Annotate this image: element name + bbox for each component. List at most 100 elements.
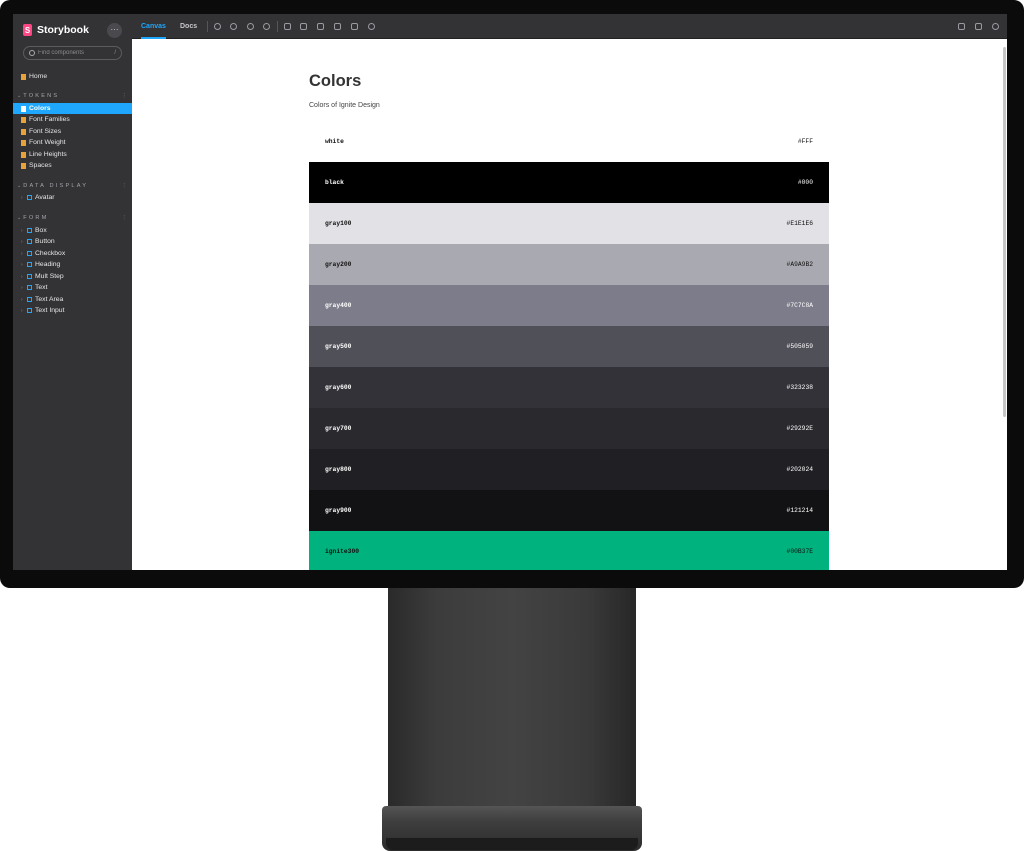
monitor-stand [388, 588, 636, 816]
sidebar-item-label: Home [29, 73, 48, 80]
tab-canvas[interactable]: Canvas [141, 14, 166, 39]
sidebar-item-text-input[interactable]: › Text Input [13, 305, 132, 316]
color-swatch-hex: #7C7C8A [786, 302, 813, 309]
chevron-down-icon: ⌄ [17, 183, 22, 189]
scrollbar[interactable] [1003, 47, 1006, 417]
sidebar-group-data-display[interactable]: ⌄ DATA DISPLAY ⋮ [17, 183, 127, 189]
chevron-right-icon: › [21, 273, 23, 280]
sidebar-item-label: Line Heights [29, 151, 67, 158]
color-swatch-name: white [325, 138, 344, 145]
measure-icon[interactable] [317, 23, 324, 30]
color-swatch-hex: #E1E1E6 [786, 220, 813, 227]
sidebar-item-text-area[interactable]: › Text Area [13, 294, 132, 305]
color-swatch-name: gray900 [325, 507, 352, 514]
brand[interactable]: S Storybook [23, 24, 89, 36]
sidebar-item-font-families[interactable]: Font Families [13, 114, 132, 125]
chevron-right-icon: › [21, 307, 23, 314]
chevron-down-icon: ⌄ [17, 93, 22, 99]
refresh-icon[interactable] [214, 23, 221, 30]
fullscreen-icon[interactable] [958, 23, 965, 30]
sidebar-item-label: Font Weight [29, 139, 66, 146]
page-title: Colors [309, 72, 362, 90]
sidebar-item-label: Button [35, 238, 55, 245]
storybook-logo-icon: S [23, 24, 32, 36]
sidebar-item-label: Spaces [29, 162, 52, 169]
component-icon [27, 251, 32, 256]
toolbar-divider [277, 21, 278, 32]
sidebar-item-text[interactable]: › Text [13, 282, 132, 293]
sidebar-item-label: Text [35, 284, 48, 291]
chevron-right-icon: › [21, 227, 23, 234]
sidebar-item-heading[interactable]: › Heading [13, 259, 132, 270]
sidebar-item-box[interactable]: › Box [13, 225, 132, 236]
open-new-tab-icon[interactable] [975, 23, 982, 30]
sidebar-group-label: FORM [23, 215, 49, 221]
zoom-out-icon[interactable] [247, 23, 254, 30]
sidebar-group-tokens[interactable]: ⌄ TOKENS ⋮ [17, 93, 127, 99]
color-swatch-hex: #FFF [797, 138, 813, 145]
zoom-reset-icon[interactable] [263, 23, 270, 30]
background-icon[interactable] [284, 23, 291, 30]
copy-link-icon[interactable] [992, 23, 999, 30]
component-icon [27, 195, 32, 200]
sidebar-item-line-heights[interactable]: Line Heights [13, 149, 132, 160]
color-swatch-name: gray600 [325, 384, 352, 391]
zoom-in-icon[interactable] [230, 23, 237, 30]
sidebar-group-form[interactable]: ⌄ FORM ⋮ [17, 215, 127, 221]
color-swatch-name: gray800 [325, 466, 352, 473]
color-swatch-row: gray400 #7C7C8A [309, 285, 829, 326]
brand-name: Storybook [37, 24, 89, 36]
sidebar: S Storybook ··· / Home ⌄ TOKENS ⋮ Col [13, 14, 132, 570]
sidebar-item-spaces[interactable]: Spaces [13, 160, 132, 171]
component-icon [27, 239, 32, 244]
search-input[interactable] [38, 50, 108, 56]
sidebar-item-font-weight[interactable]: Font Weight [13, 137, 132, 148]
sidebar-item-avatar[interactable]: › Avatar [13, 192, 132, 203]
sidebar-item-label: Checkbox [35, 250, 66, 257]
grid-icon[interactable] [300, 23, 307, 30]
search-box[interactable]: / [23, 46, 122, 60]
color-swatch-row: gray800 #202024 [309, 449, 829, 490]
sidebar-item-checkbox[interactable]: › Checkbox [13, 248, 132, 259]
monitor-screen: S Storybook ··· / Home ⌄ TOKENS ⋮ Col [13, 14, 1007, 570]
outline-icon[interactable] [334, 23, 341, 30]
component-icon [27, 297, 32, 302]
component-icon [27, 274, 32, 279]
color-swatch-row: gray700 #29292E [309, 408, 829, 449]
document-icon [21, 105, 26, 112]
color-swatch-row: white #FFF [309, 121, 829, 162]
chevron-down-icon: ⌄ [17, 215, 22, 221]
color-swatch-row: gray900 #121214 [309, 490, 829, 531]
component-icon [27, 308, 32, 313]
color-swatch-list: white #FFF black #000 gray100 #E1E1E6 gray200 #… [309, 121, 829, 570]
color-swatch-hex: #323238 [786, 384, 813, 391]
search-icon [29, 50, 35, 56]
sidebar-item-colors[interactable]: Colors [13, 103, 132, 114]
document-icon [21, 151, 26, 158]
document-icon [21, 128, 26, 135]
accessibility-icon[interactable] [368, 23, 375, 30]
sidebar-item-label: Heading [35, 261, 61, 268]
color-swatch-hex: #00B37E [786, 548, 813, 555]
sidebar-item-font-sizes[interactable]: Font Sizes [13, 126, 132, 137]
document-icon [21, 139, 26, 146]
more-options-button[interactable]: ··· [107, 23, 122, 38]
document-icon [21, 162, 26, 169]
color-swatch-hex: #121214 [786, 507, 813, 514]
sidebar-item-label: Colors [29, 105, 51, 112]
color-swatch-name: gray200 [325, 261, 352, 268]
preview-canvas: Colors Colors of Ignite Design white #FFF… [132, 39, 1007, 570]
sidebar-item-button[interactable]: › Button [13, 236, 132, 247]
color-swatch-hex: #505059 [786, 343, 813, 350]
monitor-base-edge [386, 838, 638, 850]
color-swatch-hex: #000 [797, 179, 813, 186]
sidebar-item-label: Box [35, 227, 47, 234]
sidebar-item-home[interactable]: Home [13, 71, 132, 82]
sidebar-item-mult-step[interactable]: › Mult Step [13, 271, 132, 282]
sidebar-item-label: Font Sizes [29, 128, 62, 135]
sidebar-item-label: Font Families [29, 116, 70, 123]
viewport-icon[interactable] [351, 23, 358, 30]
chevron-right-icon: › [21, 261, 23, 268]
tab-docs[interactable]: Docs [180, 14, 197, 39]
search-shortcut: / [114, 50, 116, 56]
